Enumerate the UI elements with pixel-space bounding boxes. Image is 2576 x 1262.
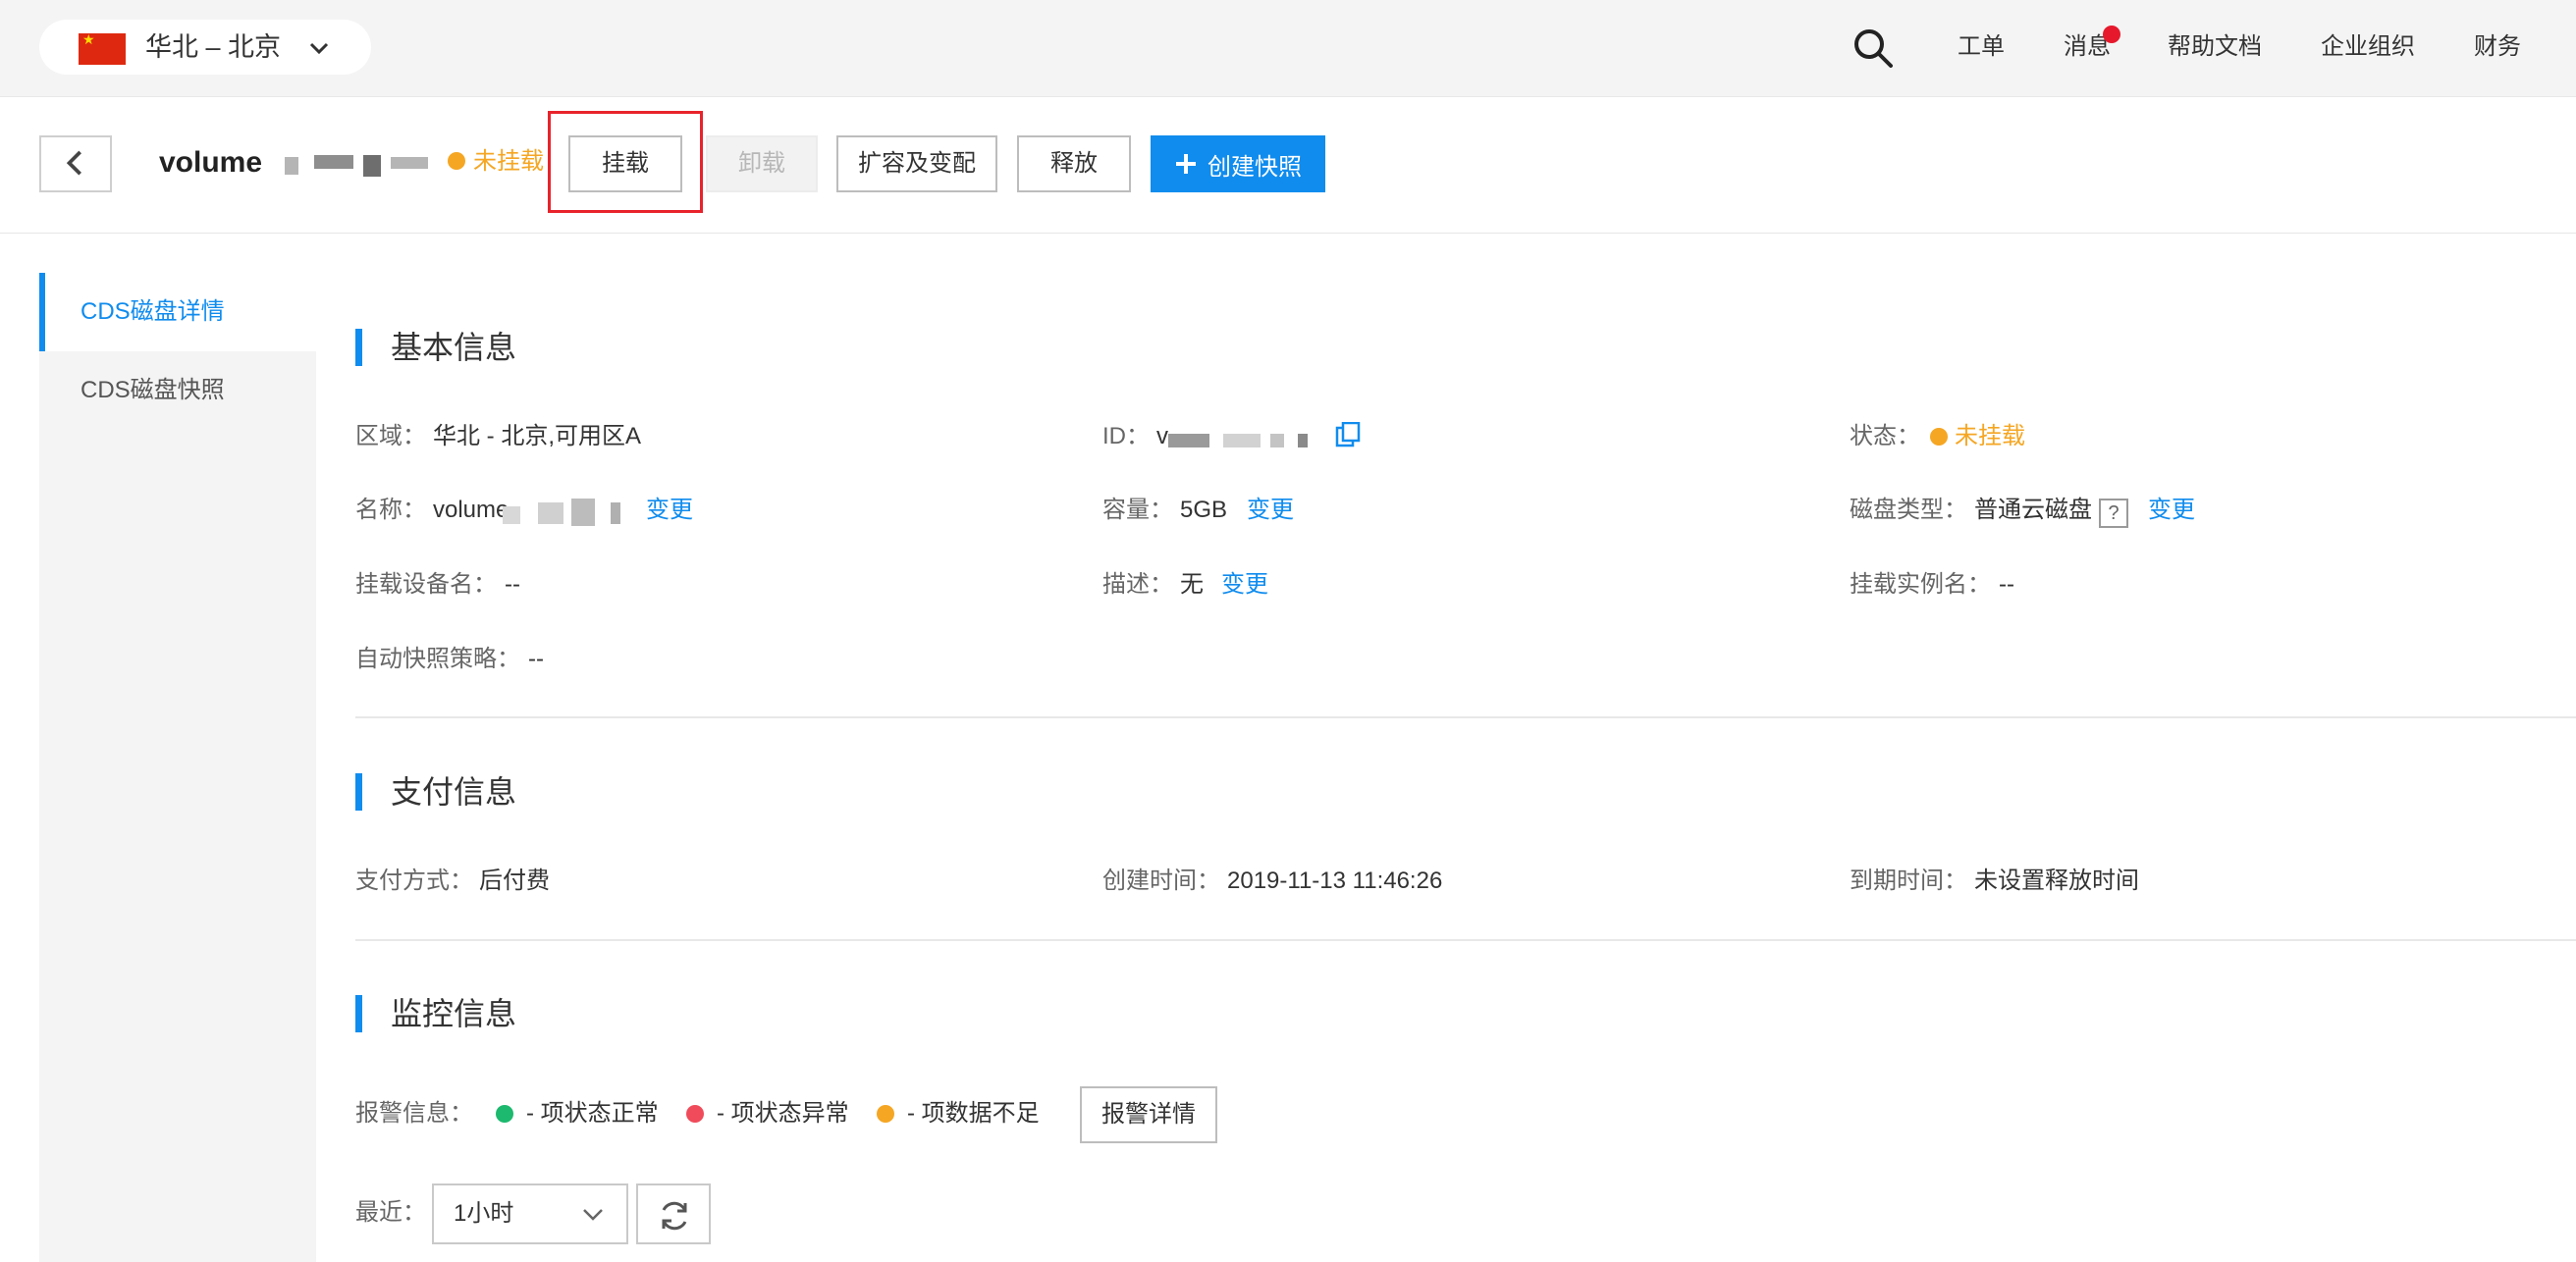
- disktype-change-link[interactable]: 变更: [2148, 494, 2195, 527]
- legend-abnormal-dot: [686, 1105, 704, 1123]
- status-field-value: 未挂载: [1955, 423, 2025, 449]
- create-snapshot-button[interactable]: 创建快照: [1151, 135, 1325, 192]
- device-field-label: 挂载设备名：: [355, 571, 497, 598]
- redacted-id: [1168, 428, 1315, 451]
- section-divider: [355, 939, 2576, 941]
- instance-field-label: 挂载实例名：: [1850, 571, 1991, 598]
- highlight-box: [548, 111, 703, 213]
- monitor-info-title: 监控信息: [391, 996, 517, 1031]
- payment-info-title: 支付信息: [391, 774, 517, 810]
- release-button[interactable]: 释放: [1017, 135, 1131, 192]
- basic-info-title: 基本信息: [391, 330, 517, 365]
- capacity-field-value: 5GB: [1180, 497, 1228, 523]
- name-change-link[interactable]: 变更: [646, 494, 693, 527]
- id-field-label: ID：: [1102, 423, 1150, 449]
- nav-help-docs[interactable]: 帮助文档: [2168, 27, 2262, 67]
- resize-button[interactable]: 扩容及变配: [836, 135, 997, 192]
- section-marker: [355, 329, 362, 366]
- region-label: 华北 – 北京: [145, 32, 282, 62]
- capacity-change-link[interactable]: 变更: [1247, 494, 1294, 527]
- autosnap-field-label: 自动快照策略：: [355, 646, 520, 672]
- chevron-down-icon: [309, 42, 329, 55]
- legend-insufficient-dot: [877, 1105, 894, 1123]
- created-time-value: 2019-11-13 11:46:26: [1227, 868, 1443, 894]
- nav-ticket[interactable]: 工单: [1958, 27, 2005, 67]
- legend-normal-text: - 项状态正常: [526, 1100, 659, 1127]
- status-field-dot: [1930, 428, 1948, 446]
- disktype-field-label: 磁盘类型：: [1850, 497, 1967, 523]
- region-selector[interactable]: ★ 华北 – 北京: [39, 20, 371, 75]
- section-divider: [355, 716, 2576, 718]
- flag-star-icon: ★: [82, 31, 95, 47]
- desc-change-link[interactable]: 变更: [1221, 568, 1268, 602]
- section-marker: [355, 773, 362, 811]
- legend-abnormal-text: - 项状态异常: [717, 1100, 849, 1127]
- expire-time-label: 到期时间：: [1850, 868, 1967, 894]
- desc-field-label: 描述：: [1102, 571, 1173, 598]
- capacity-field-label: 容量：: [1102, 497, 1173, 523]
- alarm-detail-button[interactable]: 报警详情: [1080, 1086, 1217, 1143]
- recent-range-select[interactable]: 1小时: [432, 1183, 628, 1244]
- refresh-icon: [662, 1201, 687, 1231]
- nav-enterprise[interactable]: 企业组织: [2321, 27, 2415, 67]
- id-field-value: v: [1156, 423, 1168, 449]
- section-marker: [355, 995, 362, 1032]
- redacted-name: [503, 499, 628, 528]
- pay-method-label: 支付方式：: [355, 868, 473, 894]
- nav-finance[interactable]: 财务: [2474, 27, 2521, 67]
- autosnap-field-value: --: [528, 646, 544, 672]
- chevron-left-icon: [66, 150, 81, 176]
- sidebar-item-cds-detail[interactable]: CDS磁盘详情: [39, 273, 316, 351]
- notification-dot: [2103, 26, 2120, 43]
- expire-time-value: 未设置释放时间: [1974, 868, 2139, 894]
- recent-label: 最近：: [355, 1199, 426, 1226]
- back-button[interactable]: [39, 135, 112, 192]
- alarm-info-label: 报警信息：: [355, 1100, 473, 1127]
- plus-icon: [1176, 154, 1196, 174]
- chevron-down-icon: [583, 1209, 603, 1221]
- status-dot: [448, 152, 465, 170]
- region-field-value: 华北 - 北京,可用区A: [433, 423, 642, 449]
- detach-button[interactable]: 卸载: [706, 135, 818, 192]
- copy-icon[interactable]: [1335, 422, 1361, 447]
- refresh-button[interactable]: [636, 1183, 711, 1244]
- recent-range-value: 1小时: [454, 1200, 514, 1227]
- sidebar-item-cds-snapshot[interactable]: CDS磁盘快照: [39, 351, 316, 430]
- device-field-value: --: [505, 571, 520, 598]
- status-field-label: 状态：: [1850, 423, 1920, 449]
- sidebar: CDS磁盘详情 CDS磁盘快照: [39, 273, 316, 1262]
- created-time-label: 创建时间：: [1102, 868, 1220, 894]
- volume-title: volume: [159, 146, 263, 179]
- desc-field-value: 无: [1180, 571, 1204, 598]
- pay-method-value: 后付费: [479, 868, 550, 894]
- search-icon[interactable]: [1852, 26, 1895, 70]
- redacted-volume-id: [267, 147, 432, 177]
- instance-field-value: --: [1999, 571, 2014, 598]
- legend-normal-dot: [496, 1105, 513, 1123]
- name-field-value: volume: [433, 497, 510, 523]
- disktype-field-value: 普通云磁盘: [1974, 497, 2092, 523]
- header-status: 未挂载: [473, 148, 544, 175]
- create-snapshot-label: 创建快照: [1208, 153, 1302, 181]
- legend-insufficient-text: - 项数据不足: [907, 1100, 1040, 1127]
- name-field-label: 名称：: [355, 497, 426, 523]
- region-field-label: 区域：: [355, 423, 426, 449]
- help-icon[interactable]: ?: [2099, 499, 2128, 528]
